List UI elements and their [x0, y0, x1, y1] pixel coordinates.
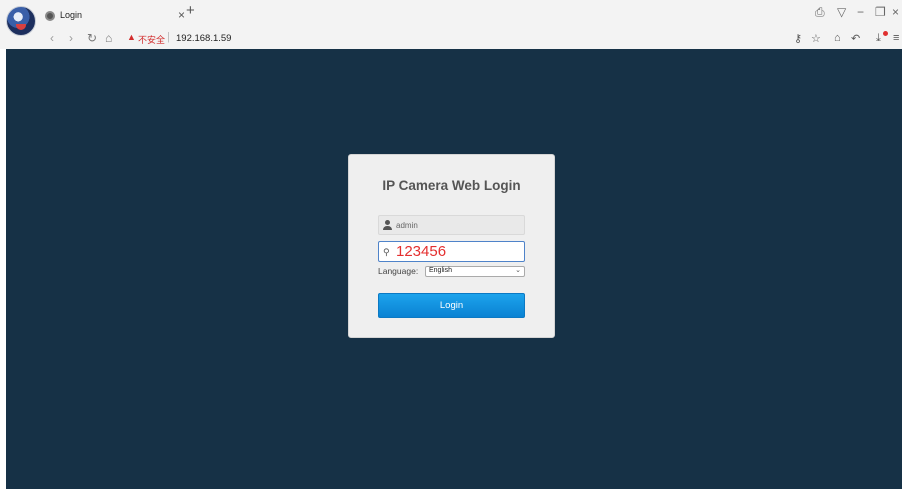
- shield-icon[interactable]: ▽: [837, 5, 846, 19]
- key-icon: ⚲: [383, 247, 390, 257]
- reload-icon[interactable]: ↻: [87, 31, 97, 45]
- login-button[interactable]: Login: [378, 293, 525, 318]
- back-icon[interactable]: ‹: [50, 31, 54, 45]
- username-input[interactable]: [396, 216, 522, 234]
- chevron-down-icon: ⌄: [515, 267, 521, 274]
- warning-icon: ▲: [127, 32, 136, 42]
- language-label: Language:: [378, 266, 419, 276]
- url-separator: |: [167, 31, 170, 43]
- undo-icon[interactable]: ↶: [851, 32, 860, 45]
- restore-button[interactable]: ❐: [875, 5, 886, 19]
- download-badge: [883, 31, 888, 36]
- password-input[interactable]: [396, 242, 522, 261]
- key-icon[interactable]: ⚷: [794, 32, 802, 45]
- password-field[interactable]: ⚲: [378, 241, 525, 262]
- tab-bar: Login × + ⎙ ▽ − ❐ ×: [0, 0, 902, 36]
- forward-icon[interactable]: ›: [69, 31, 73, 45]
- tab-close-button[interactable]: ×: [178, 8, 185, 22]
- star-icon[interactable]: ☆: [811, 32, 821, 45]
- address-bar[interactable]: 192.168.1.59: [176, 33, 231, 44]
- username-field[interactable]: [378, 215, 525, 235]
- close-window-button[interactable]: ×: [892, 5, 899, 19]
- collections-icon[interactable]: ⌂: [834, 32, 841, 44]
- globe-icon: [45, 11, 55, 21]
- home-icon[interactable]: ⌂: [105, 31, 112, 45]
- minimize-button[interactable]: −: [857, 5, 864, 19]
- download-icon[interactable]: ⤓: [876, 32, 881, 45]
- language-selected: English: [429, 267, 452, 274]
- login-card: IP Camera Web Login ⚲ Language: English …: [348, 154, 555, 338]
- login-title: IP Camera Web Login: [382, 178, 521, 193]
- tab-title: Login: [60, 10, 83, 20]
- security-status[interactable]: 不安全: [138, 33, 165, 46]
- language-row: Language: English ⌄: [378, 266, 525, 278]
- new-tab-button[interactable]: +: [186, 2, 195, 19]
- navigation-bar: ‹ › ↻ ⌂ ▲ 不安全 | 192.168.1.59 ⚷ ☆ ⌂ ↶ ⤓ ≡: [0, 29, 902, 49]
- browser-chrome: Login × + ⎙ ▽ − ❐ × ‹ › ↻ ⌂ ▲ 不安全 | 192.…: [0, 0, 902, 49]
- user-icon: [383, 220, 392, 230]
- print-icon[interactable]: ⎙: [815, 5, 825, 20]
- page-viewport: IP Camera Web Login ⚲ Language: English …: [6, 49, 902, 489]
- language-select[interactable]: English ⌄: [425, 266, 525, 277]
- menu-icon[interactable]: ≡: [893, 32, 899, 44]
